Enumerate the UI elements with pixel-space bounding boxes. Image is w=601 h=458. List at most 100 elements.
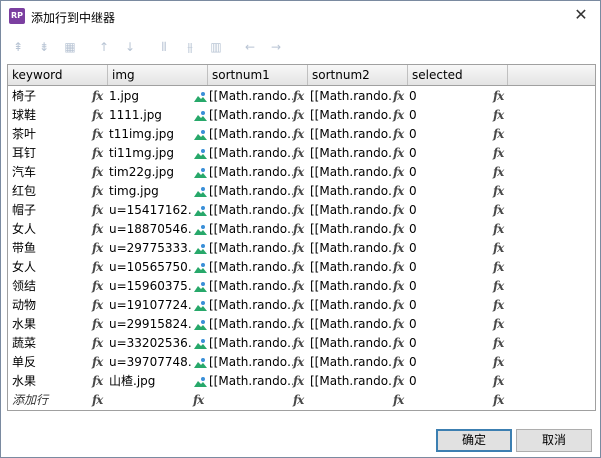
cell-img[interactable]: 山楂.jpg [109, 372, 193, 391]
fx-icon[interactable]: fx [92, 163, 103, 182]
add-row[interactable]: 添加行 fx fx fx fx fx [8, 391, 595, 410]
fx-icon[interactable]: fx [293, 182, 304, 201]
fx-icon[interactable]: fx [92, 239, 103, 258]
image-icon[interactable] [194, 91, 207, 102]
close-button[interactable]: ✕ [570, 5, 592, 27]
fx-icon[interactable]: fx [92, 106, 103, 125]
fx-icon[interactable]: fx [92, 372, 103, 391]
image-icon[interactable] [194, 148, 207, 159]
cell-sortnum2[interactable]: [[Math.rando… [310, 315, 392, 334]
cell-keyword[interactable]: 带鱼 [12, 239, 90, 258]
cell-selected[interactable]: 0 [409, 182, 489, 201]
image-icon[interactable] [194, 110, 207, 121]
cell-selected[interactable]: 0 [409, 277, 489, 296]
ok-button[interactable]: 确定 [436, 429, 512, 452]
fx-icon[interactable]: fx [393, 391, 404, 410]
move-left-button[interactable]: ← [239, 37, 261, 57]
cell-sortnum2[interactable]: [[Math.rando… [310, 201, 392, 220]
fx-icon[interactable]: fx [393, 334, 404, 353]
fx-icon[interactable]: fx [493, 277, 504, 296]
cell-sortnum2[interactable]: [[Math.rando… [310, 334, 392, 353]
cell-selected[interactable]: 0 [409, 106, 489, 125]
cell-keyword[interactable]: 球鞋 [12, 106, 90, 125]
image-icon[interactable] [194, 281, 207, 292]
column-header-keyword[interactable]: keyword [8, 65, 108, 85]
fx-icon[interactable]: fx [493, 220, 504, 239]
move-up-button[interactable]: ↑ [93, 37, 115, 57]
cell-selected[interactable]: 0 [409, 296, 489, 315]
fx-icon[interactable]: fx [493, 353, 504, 372]
fx-icon[interactable]: fx [393, 106, 404, 125]
cell-selected[interactable]: 0 [409, 201, 489, 220]
delete-column-button[interactable]: ▥ [205, 37, 227, 57]
cell-img[interactable]: u=19107724… [109, 296, 193, 315]
cell-img[interactable]: tim22g.jpg [109, 163, 193, 182]
fx-icon[interactable]: fx [293, 220, 304, 239]
image-icon[interactable] [194, 224, 207, 235]
fx-icon[interactable]: fx [293, 239, 304, 258]
cell-sortnum1[interactable]: [[Math.rando… [209, 144, 293, 163]
cell-img[interactable]: u=10565750… [109, 258, 193, 277]
fx-icon[interactable]: fx [393, 296, 404, 315]
fx-icon[interactable]: fx [193, 391, 204, 410]
fx-icon[interactable]: fx [493, 315, 504, 334]
fx-icon[interactable]: fx [393, 125, 404, 144]
insert-column-left-button[interactable]: ⫴ [153, 37, 175, 57]
fx-icon[interactable]: fx [493, 296, 504, 315]
fx-icon[interactable]: fx [393, 372, 404, 391]
fx-icon[interactable]: fx [393, 182, 404, 201]
cell-img[interactable]: u=29915824… [109, 315, 193, 334]
fx-icon[interactable]: fx [393, 87, 404, 106]
fx-icon[interactable]: fx [92, 220, 103, 239]
fx-icon[interactable]: fx [393, 239, 404, 258]
cell-keyword[interactable]: 水果 [12, 372, 90, 391]
cell-sortnum1[interactable]: [[Math.rando… [209, 87, 293, 106]
cell-sortnum1[interactable]: [[Math.rando… [209, 353, 293, 372]
cell-keyword[interactable]: 帽子 [12, 201, 90, 220]
column-header-selected[interactable]: selected [408, 65, 508, 85]
cell-img[interactable]: u=33202536… [109, 334, 193, 353]
image-icon[interactable] [194, 376, 207, 387]
cell-sortnum1[interactable]: [[Math.rando… [209, 334, 293, 353]
cell-sortnum2[interactable]: [[Math.rando… [310, 87, 392, 106]
cell-img[interactable]: u=39707748… [109, 353, 193, 372]
cell-selected[interactable]: 0 [409, 353, 489, 372]
fx-icon[interactable]: fx [293, 391, 304, 410]
fx-icon[interactable]: fx [493, 163, 504, 182]
fx-icon[interactable]: fx [293, 296, 304, 315]
image-icon[interactable] [194, 186, 207, 197]
cell-sortnum1[interactable]: [[Math.rando… [209, 277, 293, 296]
cell-sortnum1[interactable]: [[Math.rando… [209, 296, 293, 315]
fx-icon[interactable]: fx [493, 106, 504, 125]
cell-keyword[interactable]: 女人 [12, 220, 90, 239]
cell-keyword[interactable]: 耳钉 [12, 144, 90, 163]
fx-icon[interactable]: fx [92, 144, 103, 163]
cell-sortnum2[interactable]: [[Math.rando… [310, 220, 392, 239]
cell-img[interactable]: u=18870546… [109, 220, 193, 239]
fx-icon[interactable]: fx [393, 353, 404, 372]
cell-sortnum2[interactable]: [[Math.rando… [310, 163, 392, 182]
fx-icon[interactable]: fx [293, 144, 304, 163]
image-icon[interactable] [194, 262, 207, 273]
cell-sortnum1[interactable]: [[Math.rando… [209, 106, 293, 125]
cell-sortnum1[interactable]: [[Math.rando… [209, 372, 293, 391]
fx-icon[interactable]: fx [92, 201, 103, 220]
cell-keyword[interactable]: 领结 [12, 277, 90, 296]
fx-icon[interactable]: fx [92, 391, 103, 410]
fx-icon[interactable]: fx [293, 87, 304, 106]
cell-img[interactable]: u=29775333… [109, 239, 193, 258]
cell-sortnum2[interactable]: [[Math.rando… [310, 106, 392, 125]
cell-sortnum2[interactable]: [[Math.rando… [310, 239, 392, 258]
cell-selected[interactable]: 0 [409, 258, 489, 277]
insert-row-above-button[interactable]: ⇞ [7, 37, 29, 57]
cell-keyword[interactable]: 水果 [12, 315, 90, 334]
cell-selected[interactable]: 0 [409, 125, 489, 144]
fx-icon[interactable]: fx [493, 87, 504, 106]
cell-sortnum1[interactable]: [[Math.rando… [209, 220, 293, 239]
column-header-sortnum1[interactable]: sortnum1 [208, 65, 308, 85]
fx-icon[interactable]: fx [493, 334, 504, 353]
cell-img[interactable]: 1111.jpg [109, 106, 193, 125]
fx-icon[interactable]: fx [293, 125, 304, 144]
fx-icon[interactable]: fx [92, 125, 103, 144]
fx-icon[interactable]: fx [393, 258, 404, 277]
